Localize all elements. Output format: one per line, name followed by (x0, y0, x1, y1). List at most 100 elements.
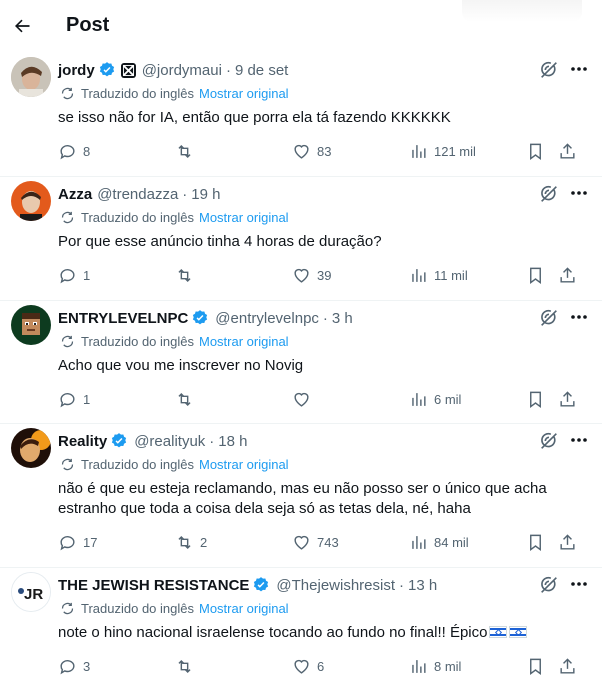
action-bar: 8 83 121 mil (58, 139, 586, 163)
more-options-button[interactable] (564, 181, 594, 205)
timestamp[interactable]: 3 h (332, 310, 353, 327)
action-bar: 1 6 mil (58, 387, 586, 411)
handle[interactable]: @Thejewishresist (276, 577, 395, 594)
show-original-link[interactable]: Mostrar original (199, 601, 289, 616)
retweet-button[interactable] (175, 139, 200, 163)
share-button[interactable] (558, 530, 577, 554)
retweet-icon (178, 535, 191, 549)
reply-tweet[interactable]: Reality @realityuk · 18 h Traduzido do i… (0, 424, 602, 568)
like-button[interactable]: 83 (292, 139, 331, 163)
handle[interactable]: @entrylevelnpc (215, 310, 319, 327)
views-button[interactable]: 11 mil (409, 263, 468, 287)
translated-label: Traduzido do inglês (81, 601, 194, 616)
heart-icon (294, 144, 309, 159)
grok-button[interactable] (538, 574, 560, 596)
share-button[interactable] (558, 654, 577, 678)
views-button[interactable]: 8 mil (409, 654, 461, 678)
reply-button[interactable]: 3 (58, 654, 90, 678)
views-button[interactable]: 6 mil (409, 387, 461, 411)
reply-tweet[interactable]: JR THE JEWISH RESISTANCE @Thejewishresis… (0, 568, 602, 686)
like-button[interactable]: 743 (292, 530, 339, 554)
avatar[interactable] (11, 181, 51, 221)
grok-button[interactable] (538, 430, 560, 452)
avatar[interactable] (11, 428, 51, 468)
reply-button[interactable]: 17 (58, 530, 97, 554)
like-button[interactable]: 6 (292, 654, 324, 678)
tweet-header: Reality @realityuk · 18 h (58, 432, 248, 450)
retweet-button[interactable] (175, 654, 200, 678)
tweet-header: ENTRYLEVELNPC @entrylevelnpc · 3 h (58, 309, 353, 327)
heart-icon (294, 659, 309, 674)
heart-icon (294, 268, 309, 283)
view-count: 121 mil (434, 143, 476, 159)
reply-tweet[interactable]: Azza @trendazza · 19 h Traduzido do ingl… (0, 177, 602, 301)
like-button[interactable] (292, 387, 317, 411)
retweet-button[interactable]: 2 (175, 530, 207, 554)
timestamp[interactable]: 13 h (408, 577, 437, 594)
views-button[interactable]: 121 mil (409, 139, 476, 163)
avatar-photo (11, 181, 51, 221)
grok-icon (541, 61, 557, 78)
translate-icon (61, 458, 74, 471)
retweet-button[interactable] (175, 263, 200, 287)
reply-button[interactable]: 1 (58, 263, 90, 287)
grok-button[interactable] (538, 59, 560, 81)
reply-tweet[interactable]: ENTRYLEVELNPC @entrylevelnpc · 3 h Tradu… (0, 301, 602, 424)
retweet-icon (178, 392, 191, 406)
tweet-header: jordy @jordymaui · 9 de set (58, 61, 289, 79)
more-options-button[interactable] (564, 57, 594, 81)
display-name[interactable]: Reality (58, 433, 107, 450)
israel-flag-icon (509, 626, 528, 638)
like-count: 743 (317, 534, 339, 550)
bookmark-button[interactable] (526, 263, 545, 287)
reply-icon (60, 268, 75, 283)
reply-count: 3 (83, 658, 91, 674)
views-button[interactable]: 84 mil (409, 530, 469, 554)
show-original-link[interactable]: Mostrar original (199, 334, 289, 349)
timestamp[interactable]: 9 de set (235, 62, 288, 79)
share-button[interactable] (558, 263, 577, 287)
reply-button[interactable]: 8 (58, 139, 90, 163)
avatar[interactable] (11, 57, 51, 97)
back-button[interactable] (10, 14, 34, 38)
display-name[interactable]: ENTRYLEVELNPC (58, 310, 188, 327)
display-name[interactable]: THE JEWISH RESISTANCE (58, 577, 249, 594)
display-name[interactable]: Azza (58, 186, 92, 203)
show-original-link[interactable]: Mostrar original (199, 210, 289, 225)
avatar[interactable]: JR (11, 572, 51, 612)
show-original-link[interactable]: Mostrar original (199, 86, 289, 101)
retweet-icon (178, 268, 191, 282)
avatar[interactable] (11, 305, 51, 345)
show-original-link[interactable]: Mostrar original (199, 457, 289, 472)
share-icon (560, 266, 575, 283)
reply-icon (60, 535, 75, 550)
display-name[interactable]: jordy (58, 62, 95, 79)
share-button[interactable] (558, 139, 577, 163)
grok-button[interactable] (538, 183, 560, 205)
bookmark-button[interactable] (526, 654, 545, 678)
more-options-button[interactable] (564, 305, 594, 329)
share-button[interactable] (558, 387, 577, 411)
retweet-button[interactable] (175, 387, 200, 411)
handle[interactable]: @realityuk (134, 433, 205, 450)
more-options-button[interactable] (564, 428, 594, 452)
like-count: 83 (317, 143, 332, 159)
bookmark-button[interactable] (526, 139, 545, 163)
bookmark-button[interactable] (526, 387, 545, 411)
reply-feed: jordy @jordymaui · 9 de set Traduzido do… (0, 53, 602, 686)
translation-notice: Traduzido do inglês Mostrar original (60, 457, 289, 472)
bookmark-button[interactable] (526, 530, 545, 554)
handle[interactable]: @jordymaui (142, 62, 222, 79)
like-button[interactable]: 39 (292, 263, 331, 287)
more-options-button[interactable] (564, 572, 594, 596)
analytics-icon (412, 144, 426, 158)
translated-label: Traduzido do inglês (81, 210, 194, 225)
tweet-text: Acho que vou me inscrever no Novig (58, 357, 304, 374)
verified-badge-icon (191, 309, 209, 327)
handle[interactable]: @trendazza (97, 186, 178, 203)
grok-button[interactable] (538, 307, 560, 329)
timestamp[interactable]: 19 h (191, 186, 220, 203)
timestamp[interactable]: 18 h (218, 433, 247, 450)
reply-tweet[interactable]: jordy @jordymaui · 9 de set Traduzido do… (0, 53, 602, 177)
reply-button[interactable]: 1 (58, 387, 90, 411)
